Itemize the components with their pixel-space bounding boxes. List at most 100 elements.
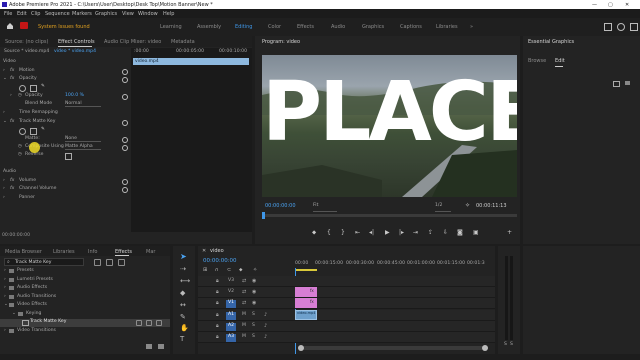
clip-dropdown[interactable]: video * video.mp4 (54, 49, 96, 57)
menu-sequence[interactable]: Sequence (45, 11, 70, 17)
effect-time-remapping[interactable]: › Time Remapping (0, 110, 131, 118)
rectangle-mask-icon[interactable] (30, 85, 37, 92)
step-back-icon[interactable]: ◂| (369, 229, 374, 236)
wrench-icon[interactable]: ✧ (465, 202, 470, 209)
effects-search-input[interactable]: ⌕ Track Matte Key (4, 258, 84, 266)
clip-v2[interactable]: fx (295, 287, 317, 297)
opacity-value[interactable]: 100.0 % (65, 93, 84, 98)
mic-icon[interactable]: ♪ (264, 323, 267, 329)
tab-edit[interactable]: Edit (555, 58, 565, 64)
mark-in-icon[interactable]: { (327, 229, 331, 236)
menu-help[interactable]: Help (163, 11, 174, 17)
effect-track-matte-key[interactable]: ⌄ fx Track Matte Key (0, 119, 131, 127)
menu-file[interactable]: File (4, 11, 12, 17)
tab-markers[interactable]: Mar (146, 249, 155, 255)
mute-button[interactable]: M (242, 334, 246, 342)
tree-item-audio-effects[interactable]: › Audio Effects (0, 285, 170, 293)
pen-mask-icon[interactable]: ✎ (41, 84, 45, 89)
reset-icon[interactable] (122, 94, 128, 100)
tree-item-track-matte-key[interactable]: Track Matte Key (0, 319, 170, 327)
close-sequence-icon[interactable]: ✕ (202, 248, 206, 254)
playhead[interactable] (262, 212, 265, 219)
program-monitor-title[interactable]: Program: video (262, 39, 300, 45)
ellipse-mask-icon[interactable] (19, 85, 26, 92)
accelerated-effects-icon[interactable] (94, 259, 101, 266)
clip-v1[interactable]: fx (295, 298, 317, 308)
workspace-editing[interactable]: Editing (235, 24, 252, 30)
timeline-zoom-scrollbar[interactable] (298, 345, 488, 351)
lock-icon[interactable]: 🔒︎ (216, 300, 219, 306)
export-frame-icon[interactable]: ◙ (457, 229, 463, 236)
razor-tool-icon[interactable]: ◆ (180, 289, 185, 297)
workspace-effects[interactable]: Effects (297, 24, 314, 30)
workspace-captions[interactable]: Captions (400, 24, 422, 30)
tab-media-browser[interactable]: Media Browser (5, 249, 42, 255)
effect-channel-volume[interactable]: › fx Channel Volume (0, 186, 131, 194)
wrench-icon[interactable]: ✧ (253, 267, 257, 273)
scroll-handle-left[interactable] (298, 345, 304, 351)
tab-browse[interactable]: Browse (528, 58, 546, 64)
sync-lock-icon[interactable]: ⇄ (242, 278, 246, 284)
workspace-graphics[interactable]: Graphics (362, 24, 384, 30)
tree-item-presets[interactable]: › Presets (0, 268, 170, 276)
fit-dropdown[interactable]: Fit (313, 203, 337, 212)
selection-tool-icon[interactable]: ➤ (180, 252, 187, 261)
reset-icon[interactable] (122, 120, 128, 126)
go-to-in-icon[interactable]: ⇤ (355, 229, 360, 236)
track-label[interactable]: V1 (226, 300, 237, 308)
scroll-handle-right[interactable] (482, 345, 488, 351)
clip-a1[interactable]: video.mp4 (295, 310, 317, 320)
sync-lock-icon[interactable]: ⇄ (242, 289, 246, 295)
alert-icon[interactable] (20, 22, 28, 29)
tab-libraries[interactable]: Libraries (53, 249, 75, 255)
menu-edit[interactable]: Edit (17, 11, 27, 17)
lock-icon[interactable]: 🔒︎ (216, 334, 219, 340)
search-icon[interactable] (617, 23, 625, 31)
add-marker-icon[interactable]: ⬥ (312, 229, 316, 237)
tab-metadata[interactable]: Metadata (171, 39, 195, 45)
lift-icon[interactable]: ⇪ (428, 229, 433, 236)
reset-icon[interactable] (122, 187, 128, 193)
home-icon[interactable] (6, 22, 14, 30)
share-icon[interactable] (604, 23, 612, 31)
tree-item-lumetri-presets[interactable]: › Lumetri Presets (0, 277, 170, 285)
effect-panner[interactable]: › Panner (0, 195, 131, 203)
go-to-out-icon[interactable]: ⇥ (413, 229, 418, 236)
new-layer-icon[interactable] (613, 81, 620, 87)
tree-item-video-transitions[interactable]: › Video Transitions (0, 328, 170, 336)
mute-button[interactable]: M (242, 312, 246, 320)
type-tool-icon[interactable]: T (180, 335, 184, 343)
timeline-ruler[interactable]: 00:00 00:00:15:00 00:00:30:00 00:00:45:0… (295, 260, 495, 271)
effect-mini-timeline[interactable]: :00:00 00:00:05:00 00:00:10:00 video.mp4 (131, 48, 252, 232)
mute-button[interactable]: M (242, 323, 246, 331)
snap-icon[interactable]: ∩ (215, 267, 219, 273)
resolution-dropdown[interactable]: 1/2 (435, 203, 451, 212)
program-timecode[interactable]: 00:00:00:00 (265, 203, 296, 211)
play-icon[interactable]: ▶ (385, 229, 390, 236)
tree-item-keying[interactable]: ⌄ Keying (0, 311, 170, 319)
eye-icon[interactable]: ◉ (252, 289, 256, 295)
workspace-audio[interactable]: Audio (331, 24, 345, 30)
eye-icon[interactable]: ◉ (252, 278, 256, 284)
reset-icon[interactable] (122, 137, 128, 143)
reset-icon[interactable] (122, 179, 128, 185)
tab-source[interactable]: Source: (no clips) (5, 39, 48, 45)
lock-icon[interactable]: 🔒︎ (216, 323, 219, 329)
eye-icon[interactable]: ◉ (252, 300, 256, 306)
tab-audio-clip-mixer[interactable]: Audio Clip Mixer: video (104, 39, 161, 45)
composite-using-dropdown[interactable]: Matte Alpha (65, 144, 101, 150)
expand-icon[interactable] (630, 23, 638, 31)
program-video-frame[interactable]: PLACE (262, 55, 517, 197)
tree-item-video-effects[interactable]: ⌄ Video Effects (0, 302, 170, 310)
add-marker-icon[interactable]: ⬥ (239, 267, 243, 273)
button-editor-icon[interactable]: + (507, 229, 512, 236)
lock-icon[interactable]: 🔒︎ (216, 278, 219, 284)
work-area-bar[interactable] (295, 269, 317, 271)
maximize-button[interactable]: ▢ (608, 2, 613, 8)
effect-controls-timecode[interactable]: 00:00:00:00 (2, 233, 62, 241)
hand-tool-icon[interactable]: ✋ (180, 324, 189, 332)
lock-icon[interactable]: 🔒︎ (216, 312, 219, 318)
menu-view[interactable]: View (122, 11, 134, 17)
solo-left-button[interactable]: S (504, 342, 507, 350)
tab-effect-controls[interactable]: Effect Controls (58, 39, 95, 45)
